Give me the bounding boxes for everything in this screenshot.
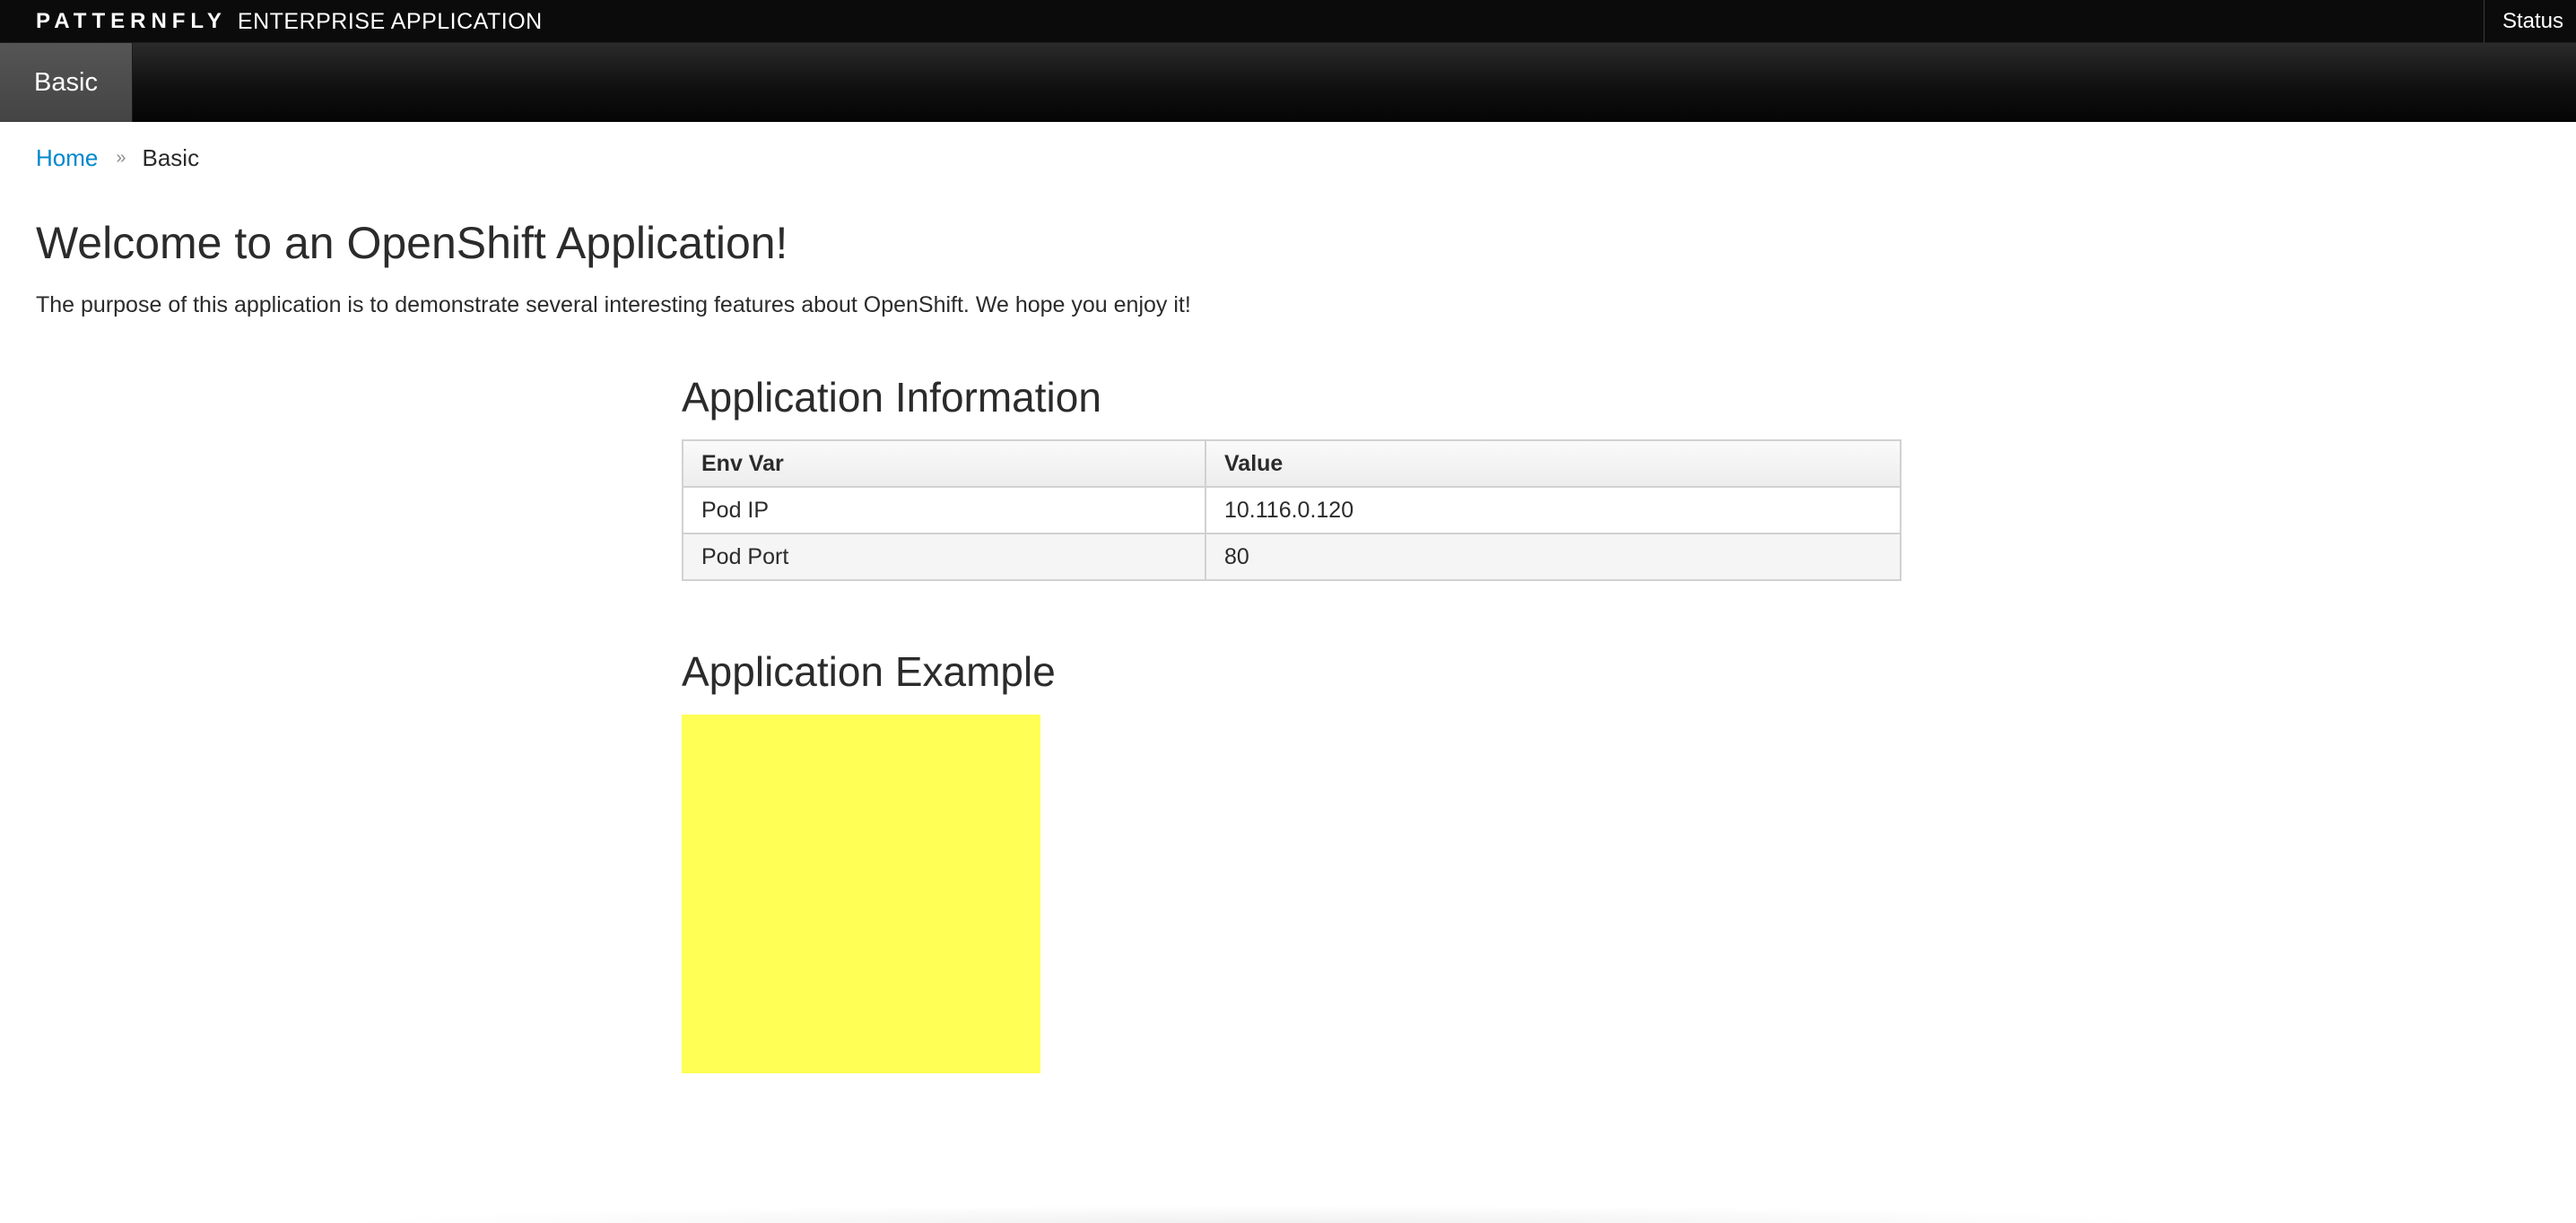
page-title: Welcome to an OpenShift Application! [36, 218, 788, 268]
env-var-value: 80 [1205, 533, 1902, 581]
masthead: PATTERNFLY ENTERPRISE APPLICATION Status [0, 0, 2576, 43]
breadcrumb: Home » Basic [36, 142, 199, 174]
app-info-title: Application Information [682, 374, 1101, 421]
env-var-name: Pod IP [682, 486, 1206, 534]
nav-item-basic[interactable]: Basic [0, 43, 133, 122]
breadcrumb-current: Basic [142, 143, 200, 171]
primary-navbar: Basic [0, 43, 2576, 122]
brand-subtitle: ENTERPRISE APPLICATION [237, 8, 543, 34]
app-info-table: Env Var Value Pod IP 10.116.0.120 Pod Po… [682, 439, 1902, 581]
status-link[interactable]: Status [2483, 0, 2576, 43]
table-row: Pod Port 80 [682, 533, 1902, 581]
brand-logo: PATTERNFLY [36, 9, 227, 33]
env-var-value: 10.116.0.120 [1205, 486, 1902, 534]
env-var-name: Pod Port [682, 533, 1206, 581]
column-header-value: Value [1205, 439, 1902, 488]
table-row: Pod IP 10.116.0.120 [682, 486, 1902, 534]
breadcrumb-home-link[interactable]: Home [36, 144, 98, 172]
app-example-title: Application Example [682, 648, 1056, 695]
column-header-env-var: Env Var [682, 439, 1206, 488]
example-color-box [682, 715, 1040, 1073]
footer-shadow [323, 1205, 2206, 1223]
breadcrumb-separator-icon: » [116, 147, 126, 168]
table-header-row: Env Var Value [682, 439, 1902, 488]
intro-text: The purpose of this application is to de… [36, 292, 1191, 317]
brand[interactable]: PATTERNFLY ENTERPRISE APPLICATION [36, 7, 543, 36]
